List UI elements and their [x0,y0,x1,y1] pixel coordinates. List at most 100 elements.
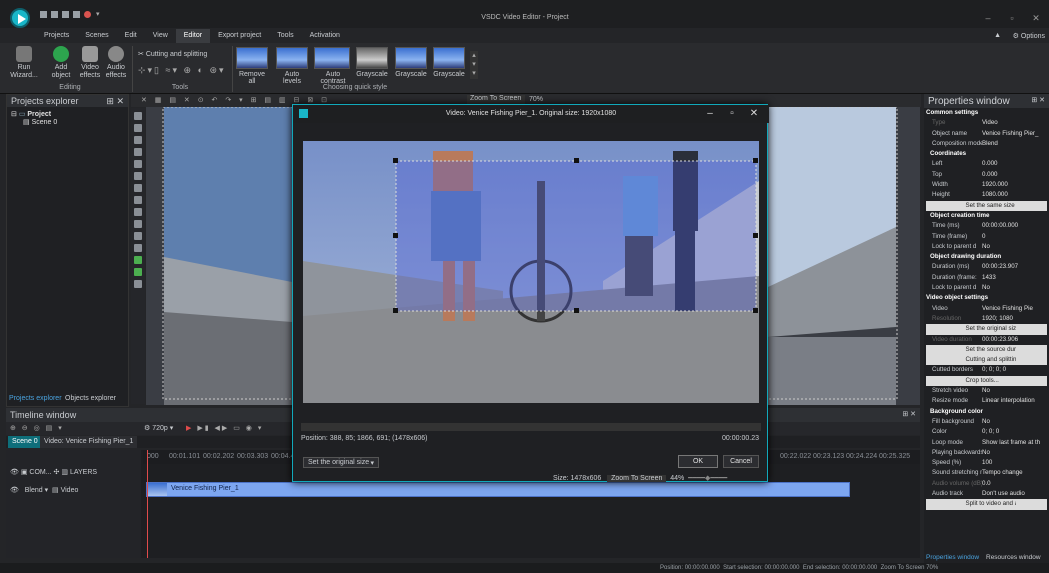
property-value[interactable]: 100 [982,458,1049,468]
menu-edit[interactable]: Edit [117,29,145,43]
move-tool-icon[interactable] [134,280,142,288]
audio-effects-button[interactable]: Audio effects [104,46,128,80]
pin-close-icon[interactable]: ⊞ ✕ [902,410,916,418]
type-tool-icon[interactable] [134,196,142,204]
quick-style-auto-levels[interactable]: Auto levels [276,47,308,85]
property-value[interactable]: No [982,242,1049,252]
menu-activation[interactable]: Activation [302,29,348,43]
menu-scenes[interactable]: Scenes [77,29,116,43]
property-row[interactable]: Crop tools... [926,375,1047,387]
property-value[interactable]: 0.000 [982,159,1049,169]
effect-tool-icon[interactable] [134,268,142,276]
options-button[interactable]: ⚙ Options [1013,32,1045,40]
property-value[interactable]: Don't use audio [982,489,1049,499]
property-value[interactable]: No [982,417,1049,427]
property-value[interactable]: 0 [982,232,1049,242]
ok-button[interactable]: OK [678,455,718,468]
blend-mode-select[interactable]: Blend [25,487,43,494]
zoom-slider[interactable]: ━━━━◆━━━━ [686,475,727,482]
timeline-tool-icons[interactable]: ⊕ ⊖ ◎ ▤ ▾ [10,424,64,432]
property-value[interactable]: No [982,283,1049,293]
lock-icon[interactable]: ▣ [21,469,28,476]
minimize-icon[interactable]: – [982,13,994,23]
quick-style-scroll[interactable]: ▴ ▾ ▾ [470,51,478,79]
property-value[interactable]: 00:00:00.000 [982,221,1049,231]
menu-icon[interactable] [40,11,47,18]
menu-tools[interactable]: Tools [269,29,301,43]
menu-projects[interactable]: Projects [36,29,77,43]
property-value[interactable]: Linear interpolation [982,396,1049,406]
image-tool-icon[interactable] [134,184,142,192]
pin-close-icon[interactable]: ⊞ ✕ [106,97,124,106]
tab-video-object[interactable]: Video: Venice Fishing Pier_1 [40,436,138,448]
property-value[interactable]: Venice Fishing Pier_ [982,129,1049,139]
tools-icon-row[interactable]: ⊹▾▯ ≈▾ ⊕ ◐ ⊛▾ [138,65,226,76]
video-tool-icon[interactable] [134,256,142,264]
record-icon[interactable] [84,11,91,18]
property-value[interactable]: No [982,448,1049,458]
animation-tool-icon[interactable] [134,244,142,252]
save-icon[interactable] [62,11,69,18]
collapse-ribbon-icon[interactable]: ▲ [994,32,1001,39]
property-value[interactable]: 00:00:23.907 [982,262,1049,272]
tab-projects-explorer[interactable]: Projects explorer [9,395,62,402]
rectangle-tool-icon[interactable] [134,160,142,168]
property-value[interactable]: Video [982,118,1049,128]
chart-tool-icon[interactable] [134,208,142,216]
property-value[interactable]: 0.000 [982,170,1049,180]
add-object-button[interactable]: Add object [46,46,76,80]
property-value[interactable]: 00:00:23.906 [982,335,1049,345]
property-value[interactable]: 0; 0; 0; 0 [982,365,1049,375]
cutting-splitting-button[interactable]: ✂ Cutting and splitting [138,50,207,58]
crop-preview[interactable] [303,141,759,403]
status-zoom-pct[interactable]: 70% [926,565,938,571]
playback-controls[interactable]: ▶ ▶▮ ◀▶ ▭ ◉ ▾ [186,424,263,432]
property-value[interactable]: Venice Fishing Pie [982,304,1049,314]
zoom-percent[interactable]: 70% [529,96,543,103]
property-value[interactable]: 1920; 1080 [982,314,1049,324]
video-effects-button[interactable]: Video effects [78,46,102,80]
menu-export-project[interactable]: Export project [210,29,269,43]
brush-tool-icon[interactable] [134,220,142,228]
eye-icon[interactable]: 👁 [10,487,19,494]
undo-icon[interactable] [73,11,80,18]
tree-item-project[interactable]: ⊟ ▭ Project [11,110,124,118]
dialog-zoom-select[interactable]: Zoom To Screen [607,475,667,482]
audio-tool-icon[interactable] [134,232,142,240]
pin-close-icon[interactable]: ⊞ ✕ [1031,96,1045,104]
track-options-icon[interactable]: ▤ [52,487,59,494]
blend-icon[interactable]: ✣ [54,469,60,476]
tab-resources-window[interactable]: Resources window [986,554,1041,561]
property-value[interactable]: 1080.000 [982,190,1049,200]
quick-style-grayscale[interactable]: Grayscale [356,47,388,78]
property-value[interactable]: 0; 0; 0 [982,427,1049,437]
preview-scrollbar[interactable] [301,423,761,431]
quick-style-auto-contrast[interactable]: Auto contrast [314,47,352,85]
property-value[interactable]: Blend [982,139,1049,149]
dialog-minimize-icon[interactable]: – [703,108,717,120]
menu-editor[interactable]: Editor [175,29,211,43]
run-wizard-button[interactable]: Run Wizard... [6,46,42,80]
ellipse-tool-icon[interactable] [134,172,142,180]
eye-icon[interactable]: 👁 [10,469,19,476]
menu-view[interactable]: View [145,29,176,43]
cursor-tool-icon[interactable] [134,112,142,120]
property-row[interactable]: Set the same size as the parent has [926,200,1047,211]
maximize-icon[interactable]: ▫ [1006,13,1018,23]
property-row[interactable]: Cutting and splitting [926,355,1047,366]
play-icon[interactable]: ▶ [186,425,193,432]
text-tool-icon[interactable] [134,124,142,132]
resolution-select[interactable]: ⚙ 720p ▾ [144,424,173,432]
property-value[interactable]: 1433 [982,273,1049,283]
tab-scene-0[interactable]: Scene 0 [8,436,42,448]
tab-objects-explorer[interactable]: Objects explorer [65,395,116,402]
close-icon[interactable]: ✕ [1030,13,1042,23]
playhead[interactable] [147,450,148,558]
property-value[interactable]: 0.0 [982,479,1049,489]
property-row[interactable]: Split to video and audio [926,499,1047,510]
quick-style-grayscale-3[interactable]: Grayscale [433,47,465,78]
tab-properties-window[interactable]: Properties window [926,554,979,561]
property-row[interactable]: Set the source duration [926,344,1047,356]
tree-item-scene[interactable]: ▤ Scene 0 [11,118,124,126]
quick-style-remove-all[interactable]: Remove all [236,47,268,85]
